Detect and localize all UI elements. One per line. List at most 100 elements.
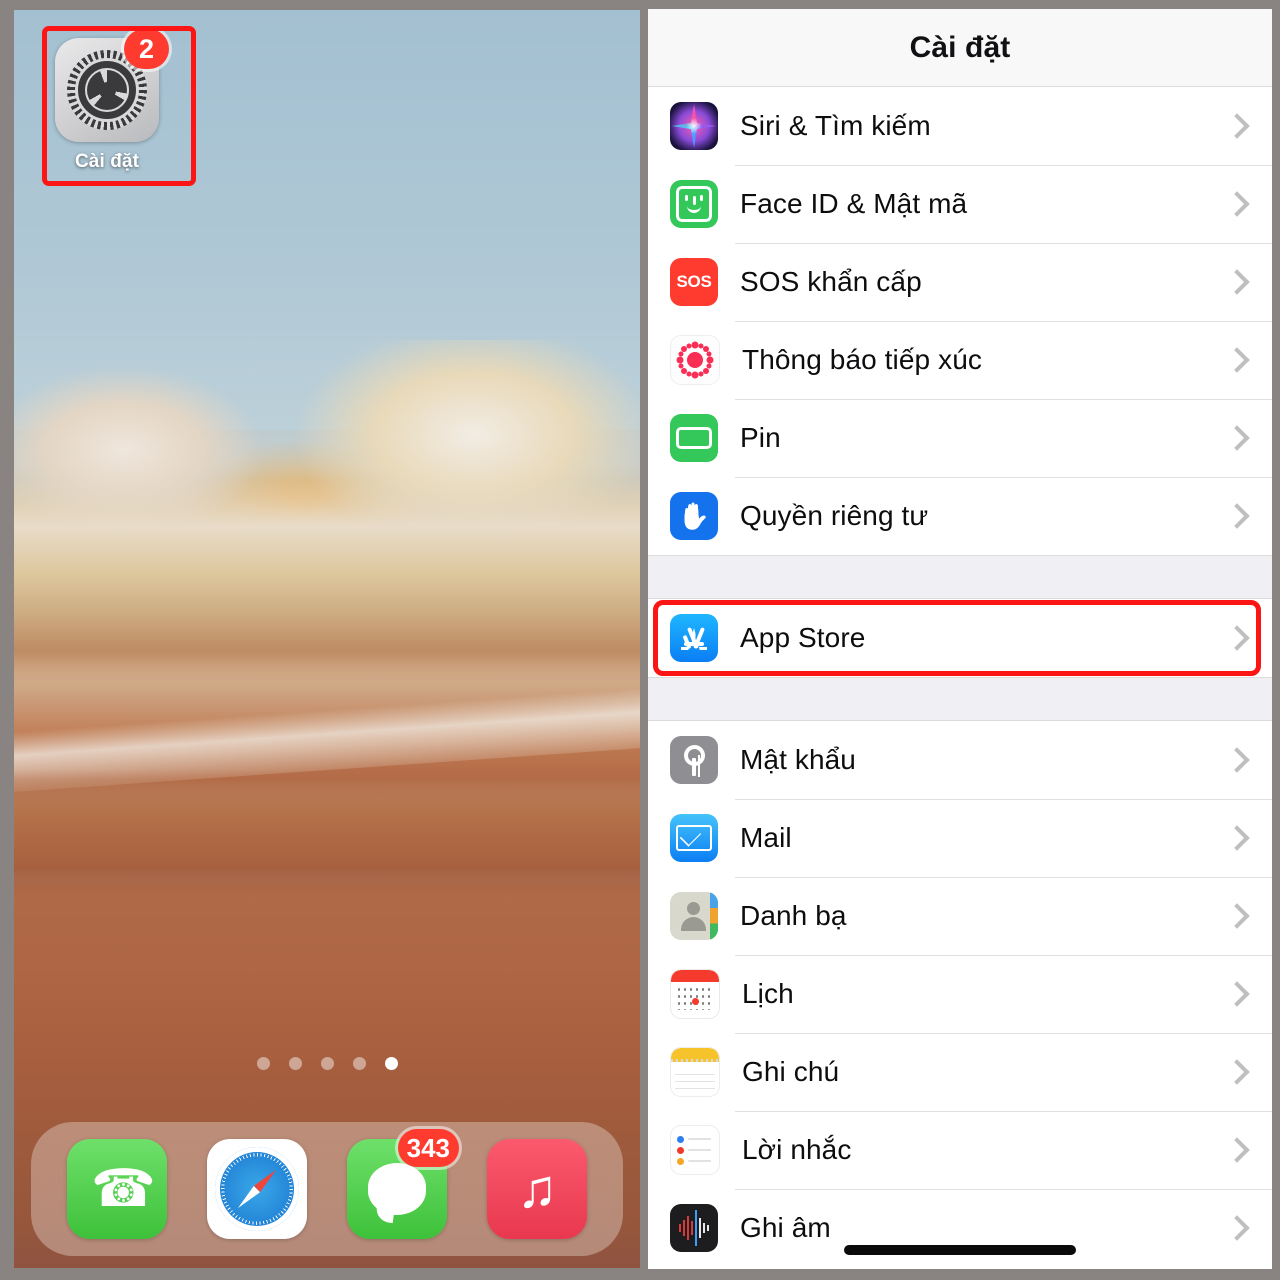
faceid-face-glyph <box>684 195 704 213</box>
chevron-right-icon <box>1224 1215 1250 1241</box>
music-note-icon: ♫ <box>516 1159 558 1219</box>
settings-row-label: Face ID & Mật mã <box>740 188 968 219</box>
settings-group-separator <box>648 677 1272 721</box>
calendar-icon <box>670 969 720 1019</box>
settings-row-mail[interactable]: Mail <box>648 799 1272 877</box>
settings-row-label: Pin <box>740 422 781 453</box>
settings-row-exposure-notifications[interactable]: Thông báo tiếp xúc <box>648 321 1272 399</box>
settings-row-reminders[interactable]: Lời nhắc <box>648 1111 1272 1189</box>
chevron-right-icon <box>1224 191 1250 217</box>
contacts-color-tabs <box>710 892 718 940</box>
speech-bubble-icon <box>368 1163 426 1215</box>
page-dot-2[interactable] <box>288 1057 302 1070</box>
settings-list: Siri & Tìm kiếm Face ID & Mật mã SOS SOS… <box>648 87 1272 1267</box>
chevron-right-icon <box>1224 747 1250 773</box>
reminder-line-3 <box>677 1157 711 1165</box>
chevron-right-icon <box>1224 1059 1250 1085</box>
settings-row-face-id-passcode[interactable]: Face ID & Mật mã <box>648 165 1272 243</box>
settings-row-calendar[interactable]: Lịch <box>648 955 1272 1033</box>
chevron-right-icon <box>1224 825 1250 851</box>
chevron-right-icon <box>1224 625 1250 651</box>
settings-row-label: Siri & Tìm kiếm <box>740 110 931 141</box>
wallpaper-image <box>14 10 640 1268</box>
settings-row-siri-search[interactable]: Siri & Tìm kiếm <box>648 87 1272 165</box>
calendar-header-bar <box>671 970 719 982</box>
chevron-right-icon <box>1224 113 1250 139</box>
faceid-icon <box>670 180 718 228</box>
app-store-a-glyph <box>680 625 708 651</box>
settings-nav-bar: Cài đặt <box>648 9 1272 87</box>
key-icon <box>670 736 718 784</box>
exposure-notification-icon <box>670 335 720 385</box>
chevron-right-icon <box>1224 1137 1250 1163</box>
settings-row-label: Thông báo tiếp xúc <box>742 344 982 375</box>
phone-icon: ☎ <box>91 1160 156 1218</box>
app-store-icon <box>670 614 718 662</box>
settings-row-label: Lịch <box>742 978 794 1009</box>
wallpaper-rock-ridge-lower <box>14 650 640 830</box>
page-dot-5-active[interactable] <box>384 1057 398 1070</box>
page-dot-3[interactable] <box>320 1057 334 1070</box>
settings-row-notes[interactable]: Ghi chú <box>648 1033 1272 1111</box>
dock-messages-app[interactable]: 343 <box>347 1129 459 1239</box>
wallpaper-rock-ridge-middle <box>14 480 640 690</box>
settings-row-label: Mật khẩu <box>740 744 856 775</box>
page-dot-1[interactable] <box>256 1057 270 1070</box>
dock-music-app[interactable]: ♫ <box>487 1139 587 1239</box>
wallpaper-rock-base <box>14 770 640 900</box>
mail-envelope-icon <box>670 814 718 862</box>
calendar-selected-day <box>692 998 699 1005</box>
compass-icon <box>215 1147 299 1231</box>
settings-group-system: Siri & Tìm kiếm Face ID & Mật mã SOS SOS… <box>648 87 1272 555</box>
chevron-right-icon <box>1224 903 1250 929</box>
screenshot-root: 2 Cài đặt ☎ 343 ♫ Cài đặt Siri & Tìm kiế… <box>0 0 1280 1280</box>
iphone-home-screen: 2 Cài đặt ☎ 343 ♫ <box>14 10 640 1268</box>
home-indicator-bar[interactable] <box>844 1245 1076 1255</box>
chevron-right-icon <box>1224 981 1250 1007</box>
settings-row-label: Ghi chú <box>742 1056 840 1087</box>
settings-row-label: Mail <box>740 822 792 853</box>
settings-row-voice-memos[interactable]: Ghi âm <box>648 1189 1272 1267</box>
notes-ruled-lines <box>675 1068 715 1090</box>
chevron-right-icon <box>1224 269 1250 295</box>
settings-row-label: Danh bạ <box>740 900 847 931</box>
dock-phone-app[interactable]: ☎ <box>67 1139 167 1239</box>
settings-row-label: Quyền riêng tư <box>740 500 929 531</box>
reminder-line-1 <box>677 1135 711 1143</box>
notes-header-bar <box>671 1048 719 1062</box>
page-dot-4[interactable] <box>352 1057 366 1070</box>
battery-icon <box>670 414 718 462</box>
chevron-right-icon <box>1224 425 1250 451</box>
contacts-person-glyph <box>679 900 708 931</box>
page-indicator-dots[interactable] <box>14 1057 640 1070</box>
hand-privacy-icon <box>670 492 718 540</box>
contacts-icon <box>670 892 718 940</box>
voice-memos-icon <box>670 1204 718 1252</box>
wallpaper-rock-stripe <box>14 682 640 798</box>
siri-icon <box>670 102 718 150</box>
chevron-right-icon <box>1224 347 1250 373</box>
reminder-line-2 <box>677 1146 711 1154</box>
settings-group-separator <box>648 555 1272 599</box>
settings-row-label: App Store <box>740 622 866 653</box>
waveform-glyph <box>675 1215 713 1241</box>
settings-row-app-store[interactable]: App Store <box>648 599 1272 677</box>
settings-group-apps: Mật khẩu Mail Danh bạ Lịch Ghi chú Lời n… <box>648 721 1272 1267</box>
settings-group-appstore: App Store <box>648 599 1272 677</box>
settings-row-passwords[interactable]: Mật khẩu <box>648 721 1272 799</box>
settings-row-contacts[interactable]: Danh bạ <box>648 877 1272 955</box>
messages-badge: 343 <box>397 1129 459 1167</box>
settings-row-battery[interactable]: Pin <box>648 399 1272 477</box>
settings-row-label: Ghi âm <box>740 1212 831 1243</box>
notes-icon <box>670 1047 720 1097</box>
waveform-playhead <box>695 1210 697 1246</box>
page-title: Cài đặt <box>909 30 1011 64</box>
settings-row-emergency-sos[interactable]: SOS SOS khẩn cấp <box>648 243 1272 321</box>
dock-safari-app[interactable] <box>207 1139 307 1239</box>
settings-icon-highlight-box <box>42 26 196 186</box>
settings-row-label: SOS khẩn cấp <box>740 266 922 297</box>
chevron-right-icon <box>1224 503 1250 529</box>
settings-app-screen: Cài đặt Siri & Tìm kiếm Face ID & Mật mã <box>648 9 1272 1269</box>
settings-row-label: Lời nhắc <box>742 1134 852 1165</box>
settings-row-privacy[interactable]: Quyền riêng tư <box>648 477 1272 555</box>
